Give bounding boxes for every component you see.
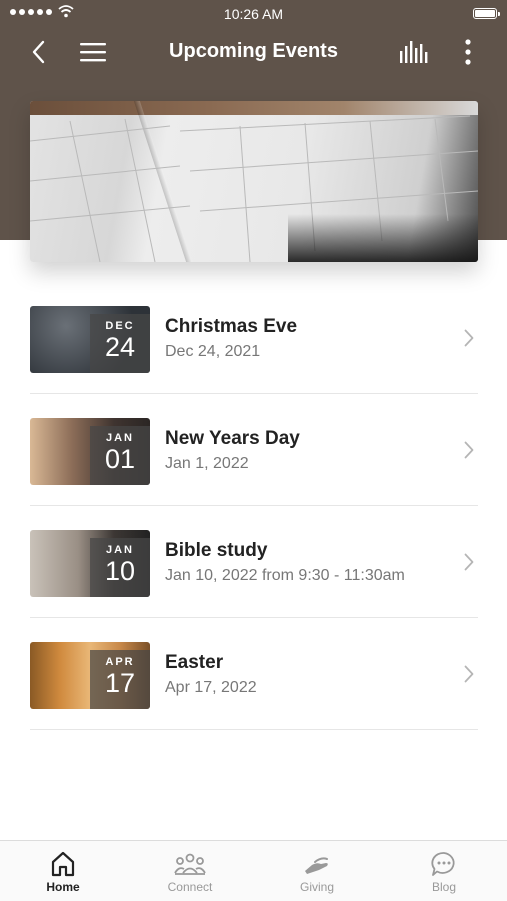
tab-blog[interactable]: Blog [381,841,507,901]
home-icon [51,851,75,877]
tab-label: Home [46,880,80,894]
event-row-new-years-day[interactable]: JAN 01 New Years Day Jan 1, 2022 [30,394,478,506]
audio-bars-icon [400,41,428,63]
battery-icon [473,8,500,19]
event-day: 01 [104,444,136,474]
tab-giving[interactable]: Giving [254,841,380,901]
event-row-bible-study[interactable]: JAN 10 Bible study Jan 10, 2022 from 9:3… [30,506,478,618]
event-month: JAN [105,544,134,556]
event-day: 17 [104,668,136,698]
event-day: 24 [104,332,136,362]
audio-button[interactable] [394,30,434,74]
chevron-right-icon [464,441,474,459]
giving-hand-icon [305,857,328,874]
event-date: Jan 10, 2022 from 9:30 - 11:30am [165,567,405,584]
people-icon [174,853,206,875]
tab-home[interactable]: Home [0,841,126,901]
chevron-right-icon [464,329,474,347]
event-thumbnail: APR 17 [30,642,150,709]
event-month: DEC [105,320,135,332]
navigation-bar: Upcoming Events [0,30,507,74]
event-title: Easter [165,652,224,673]
event-row-christmas-eve[interactable]: DEC 24 Christmas Eve Dec 24, 2021 [30,282,478,394]
banner-image [30,101,478,262]
event-thumbnail: JAN 01 [30,418,150,485]
tab-connect[interactable]: Connect [127,841,253,901]
tab-label: Blog [431,880,457,894]
bottom-tab-bar: Home Connect Giving Blog [0,840,507,901]
more-vertical-icon [465,39,471,65]
status-bar: 10:26 AM [0,0,507,28]
event-title: New Years Day [165,428,300,449]
date-badge: JAN 01 [90,426,150,485]
chevron-right-icon [464,553,474,571]
date-badge: DEC 24 [90,314,150,373]
event-list: DEC 24 Christmas Eve Dec 24, 2021 JAN 01… [30,282,478,730]
date-badge: JAN 10 [90,538,150,597]
chevron-right-icon [464,665,474,683]
event-month: APR [105,656,135,668]
event-day: 10 [104,556,136,586]
tab-label: Giving [299,880,334,894]
chat-bubble-icon [431,852,455,876]
date-badge: APR 17 [90,650,150,709]
event-thumbnail: JAN 10 [30,530,150,597]
event-row-easter[interactable]: APR 17 Easter Apr 17, 2022 [30,618,478,730]
event-title: Christmas Eve [165,316,298,337]
event-date: Dec 24, 2021 [165,343,261,360]
status-time: 10:26 AM [223,6,284,22]
event-thumbnail: DEC 24 [30,306,150,373]
tab-label: Connect [167,880,213,894]
event-date: Apr 17, 2022 [165,679,257,696]
event-month: JAN [105,432,134,444]
event-date: Jan 1, 2022 [165,455,249,472]
more-options-button[interactable] [448,30,488,74]
event-title: Bible study [165,540,268,561]
